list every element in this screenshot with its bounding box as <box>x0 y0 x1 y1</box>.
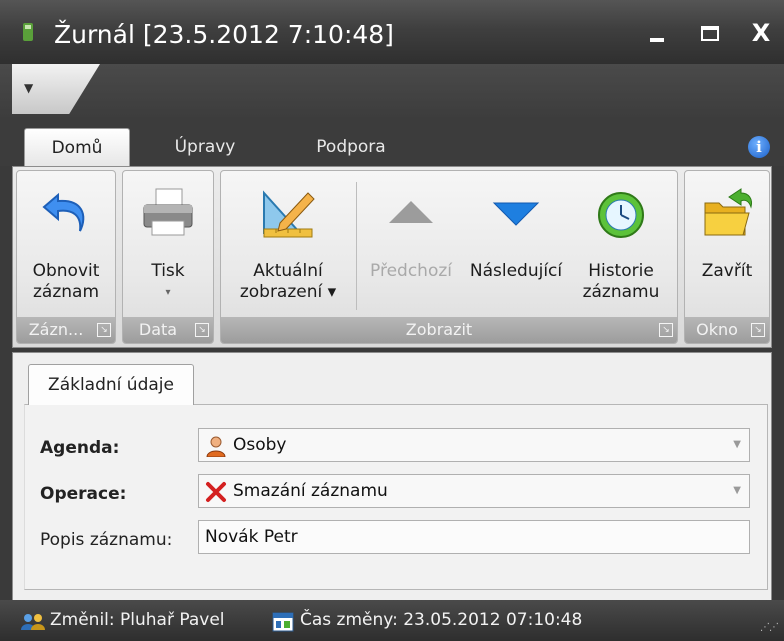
group-footer-okno: Okno ↘ <box>685 317 769 343</box>
ribbon-group-zaznam: Obnovit záznam Zázn... ↘ <box>16 170 116 344</box>
tab-basic-info[interactable]: Základní údaje <box>28 364 194 405</box>
tab-domu[interactable]: Domů <box>24 128 130 167</box>
maximize-icon <box>701 25 719 41</box>
group-footer-data: Data ↘ <box>123 317 213 343</box>
refresh-record-button[interactable]: Obnovit záznam <box>17 171 115 317</box>
operation-dropdown[interactable]: Smazání záznamu ▼ <box>198 474 750 508</box>
undo-arrow-icon <box>42 192 85 232</box>
triangle-up-icon <box>389 201 433 223</box>
dialog-launcher-icon[interactable]: ↘ <box>195 323 209 337</box>
operation-label: Operace: <box>40 484 127 504</box>
agenda-dropdown[interactable]: Osoby ▼ <box>198 428 750 462</box>
record-description-label: Popis záznamu: <box>40 530 173 550</box>
window-title: Žurnál [23.5.2012 7:10:48] <box>54 20 394 49</box>
chevron-down-icon[interactable]: ▼ <box>733 475 741 507</box>
clock-history-icon <box>598 192 644 238</box>
record-history-label-2: záznamu <box>582 282 660 302</box>
agenda-label: Agenda: <box>40 438 120 458</box>
tab-podpora[interactable]: Podpora <box>296 128 406 166</box>
record-history-label-1: Historie <box>588 261 654 281</box>
person-icon <box>206 436 226 457</box>
group-label-zobrazit: Zobrazit <box>405 320 473 339</box>
folder-exit-icon <box>704 188 752 236</box>
title-bar[interactable]: Žurnál [23.5.2012 7:10:48] X <box>0 0 784 64</box>
ribbon-separator <box>356 182 357 310</box>
group-footer-zaznam: Zázn... ↘ <box>17 317 115 343</box>
refresh-record-label-2: záznam <box>32 282 100 302</box>
ribbon-group-data: Tisk ▾ Data ↘ <box>122 170 214 344</box>
record-description-value: Novák Petr <box>205 527 298 547</box>
dialog-launcher-icon[interactable]: ↘ <box>751 323 765 337</box>
changed-at: Čas změny: 23.05.2012 07:10:48 <box>300 610 583 630</box>
ribbon-group-zobrazit: Aktuální zobrazení ▾ Předchozí Následují… <box>220 170 678 344</box>
current-view-label-2: zobrazení ▾ <box>239 282 337 302</box>
info-icon[interactable]: i <box>748 136 770 158</box>
previous-label: Předchozí <box>370 261 452 281</box>
close-window-label: Zavřít <box>701 261 753 281</box>
ribbon-group-okno: Zavřít Okno ↘ <box>684 170 770 344</box>
print-label: Tisk <box>151 261 185 281</box>
minimize-icon <box>650 38 664 42</box>
record-history-button[interactable]: Historie záznamu <box>571 171 671 317</box>
next-button[interactable]: Následující <box>463 171 569 317</box>
record-description-field[interactable]: Novák Petr <box>198 520 750 554</box>
group-label-okno: Okno <box>696 320 738 339</box>
dialog-launcher-icon[interactable]: ↘ <box>659 323 673 337</box>
current-view-label-1: Aktuální <box>253 261 323 281</box>
quick-access-bar <box>0 64 784 120</box>
dialog-launcher-icon[interactable]: ↘ <box>97 323 111 337</box>
printer-icon <box>143 188 193 236</box>
print-dropdown-icon[interactable]: ▾ <box>123 282 213 303</box>
triangle-down-icon <box>492 202 540 226</box>
resize-grip-icon[interactable]: ⋰⋰ <box>760 622 779 636</box>
quick-access-dropdown-icon[interactable]: ▼ <box>24 80 40 96</box>
group-label-data: Data <box>138 320 178 339</box>
minimize-button[interactable] <box>640 16 674 50</box>
next-label: Následující <box>469 261 563 281</box>
operation-value: Smazání záznamu <box>233 481 388 501</box>
journal-window: Žurnál [23.5.2012 7:10:48] X ▼ Domů Úpra… <box>0 0 784 641</box>
tab-upravy[interactable]: Úpravy <box>160 128 250 166</box>
close-window-button[interactable]: Zavřít <box>685 171 769 317</box>
changed-by: Změnil: Pluhař Pavel <box>50 610 225 630</box>
calendar-icon <box>272 612 294 632</box>
previous-button[interactable]: Předchozí <box>361 171 461 317</box>
group-footer-zobrazit: Zobrazit ↘ <box>221 317 677 343</box>
refresh-record-label-1: Obnovit <box>32 261 100 281</box>
group-label-zaznam: Zázn... <box>28 320 84 339</box>
agenda-value: Osoby <box>233 435 287 455</box>
users-icon <box>21 614 45 630</box>
app-icon <box>23 23 33 41</box>
chevron-down-icon[interactable]: ▼ <box>733 429 741 461</box>
ruler-pencil-icon <box>263 190 315 238</box>
print-button[interactable]: Tisk ▾ <box>123 171 213 317</box>
close-button[interactable]: X <box>744 16 778 50</box>
red-x-icon <box>206 482 226 502</box>
status-bar: Změnil: Pluhař Pavel Čas změny: 23.05.20… <box>0 600 784 641</box>
current-view-button[interactable]: Aktuální zobrazení ▾ <box>221 171 355 317</box>
maximize-button[interactable] <box>693 16 727 50</box>
